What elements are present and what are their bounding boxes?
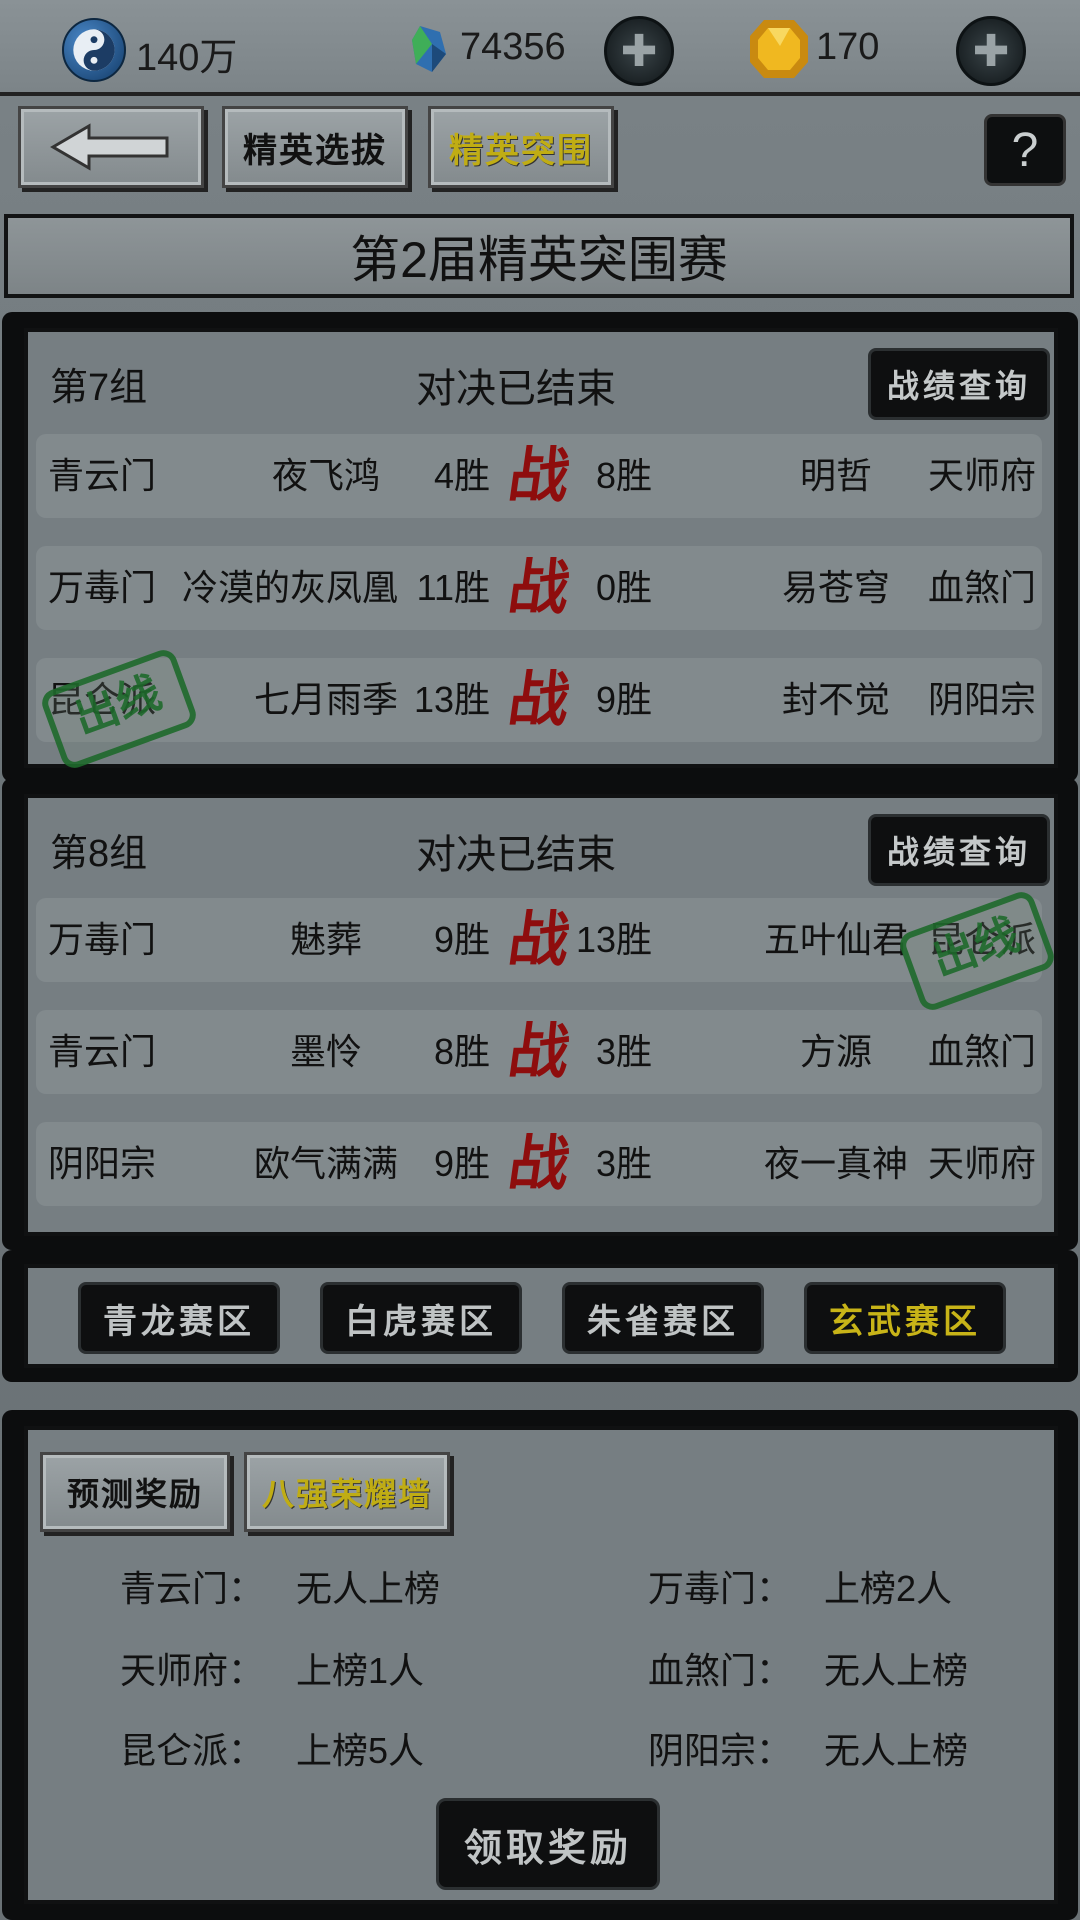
gold-amount: 170 xyxy=(816,26,880,68)
claim-reward-button[interactable]: 领取奖励 xyxy=(436,1798,660,1890)
left-wins: 13胜 xyxy=(413,679,490,720)
region-tab-baihu[interactable]: 白虎赛区 xyxy=(320,1282,522,1354)
vs-icon: 战 xyxy=(504,905,574,975)
sect-value: 无人上榜 xyxy=(824,1730,969,1771)
right-wins: 13胜 xyxy=(576,919,653,960)
vs-icon: 战 xyxy=(504,1017,574,1087)
vs-icon: 战 xyxy=(504,441,574,511)
sect-value: 上榜1人 xyxy=(296,1650,425,1691)
left-sect: 青云门 xyxy=(48,1031,157,1072)
elite-breakout-button[interactable]: 精英突围 xyxy=(428,106,614,188)
match-row[interactable]: 万毒门 魅葬 9胜 战 13胜 五叶仙君 昆仑派 xyxy=(36,898,1042,982)
region-tab-qinglong[interactable]: 青龙赛区 xyxy=(78,1282,280,1354)
group-status: 对决已结束 xyxy=(416,833,616,877)
match-row[interactable]: 青云门 夜飞鸿 4胜 战 8胜 明哲 天师府 xyxy=(36,434,1042,518)
group-label: 第7组 xyxy=(50,367,148,409)
right-wins: 8胜 xyxy=(596,455,653,496)
right-player: 明哲 xyxy=(799,455,872,496)
left-sect: 青云门 xyxy=(48,455,157,496)
vs-icon: 战 xyxy=(504,1129,574,1199)
left-sect: 万毒门 xyxy=(48,919,157,960)
right-sect: 天师府 xyxy=(928,1143,1037,1184)
vs-icon: 战 xyxy=(504,553,574,623)
group-label: 第8组 xyxy=(50,833,148,875)
left-player: 冷漠的灰凤凰 xyxy=(181,567,398,608)
right-sect: 天师府 xyxy=(928,455,1037,496)
plus-icon: ✚ xyxy=(972,25,1010,77)
sect-label: 阴阳宗： xyxy=(648,1730,793,1771)
region-tab-zhuque[interactable]: 朱雀赛区 xyxy=(562,1282,764,1354)
left-wins: 4胜 xyxy=(433,455,490,496)
match-row[interactable]: 万毒门 冷漠的灰凤凰 11胜 战 0胜 易苍穹 血煞门 xyxy=(36,546,1042,630)
record-query-button[interactable]: 战绩查询 xyxy=(868,814,1050,886)
elite-select-button[interactable]: 精英选拔 xyxy=(222,106,408,188)
sect-label: 万毒门： xyxy=(648,1568,793,1609)
right-player: 夜一真神 xyxy=(763,1143,908,1184)
left-wins: 8胜 xyxy=(433,1031,490,1072)
add-jade-button[interactable]: ✚ xyxy=(604,16,674,86)
sect-value: 上榜2人 xyxy=(824,1568,953,1609)
left-wins: 9胜 xyxy=(433,919,490,960)
sect-label: 昆仑派： xyxy=(120,1730,265,1771)
silver-amount: 140万 xyxy=(136,37,238,79)
sect-value: 上榜5人 xyxy=(296,1730,425,1771)
group-status: 对决已结束 xyxy=(416,367,616,411)
right-player: 封不觉 xyxy=(781,679,890,720)
right-wins: 3胜 xyxy=(596,1143,653,1184)
back-arrow-icon xyxy=(50,123,169,171)
right-sect: 血煞门 xyxy=(928,567,1037,608)
left-sect: 万毒门 xyxy=(48,567,157,608)
gold-ingot-icon xyxy=(750,20,808,78)
sect-label: 天师府： xyxy=(120,1650,265,1691)
prediction-reward-tab[interactable]: 预测奖励 xyxy=(40,1452,230,1532)
sect-value: 无人上榜 xyxy=(824,1650,969,1691)
plus-icon: ✚ xyxy=(620,25,658,77)
record-query-button[interactable]: 战绩查询 xyxy=(868,348,1050,420)
right-wins: 3胜 xyxy=(596,1031,653,1072)
match-row[interactable]: 青云门 墨怜 8胜 战 3胜 方源 血煞门 xyxy=(36,1010,1042,1094)
right-sect: 阴阳宗 xyxy=(928,679,1037,720)
add-gold-button[interactable]: ✚ xyxy=(956,16,1026,86)
match-row[interactable]: 阴阳宗 欧气满满 9胜 战 3胜 夜一真神 天师府 xyxy=(36,1122,1042,1206)
left-sect: 阴阳宗 xyxy=(48,1143,157,1184)
yin-yang-coin-icon xyxy=(62,18,126,82)
right-wins: 0胜 xyxy=(596,567,653,608)
sect-value: 无人上榜 xyxy=(296,1568,441,1609)
top-eight-wall-tab[interactable]: 八强荣耀墙 xyxy=(244,1452,450,1532)
right-sect: 血煞门 xyxy=(928,1031,1037,1072)
blue-jade-icon xyxy=(412,26,446,72)
right-player: 方源 xyxy=(799,1031,872,1072)
region-tab-xuanwu[interactable]: 玄武赛区 xyxy=(804,1282,1006,1354)
help-button[interactable]: ? xyxy=(984,114,1066,186)
right-player: 易苍穹 xyxy=(781,567,890,608)
sect-label: 青云门： xyxy=(120,1568,265,1609)
vs-icon: 战 xyxy=(504,665,574,735)
currency-bar: 140万 74356 ✚ 170 ✚ xyxy=(0,0,1080,96)
sect-label: 血煞门： xyxy=(648,1650,793,1691)
left-wins: 9胜 xyxy=(433,1143,490,1184)
jade-amount: 74356 xyxy=(460,26,566,68)
right-wins: 9胜 xyxy=(596,679,653,720)
back-button[interactable] xyxy=(18,106,204,188)
left-wins: 11胜 xyxy=(416,567,490,608)
page-title: 第2届精英突围赛 xyxy=(4,214,1074,298)
